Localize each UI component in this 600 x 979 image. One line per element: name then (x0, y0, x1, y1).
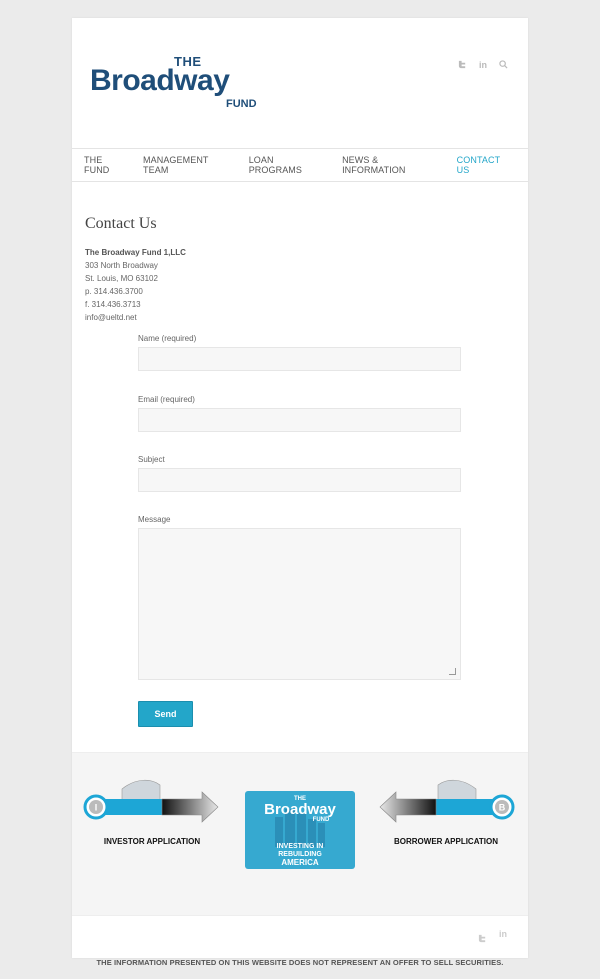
subject-input[interactable] (138, 468, 461, 492)
site-logo[interactable]: THE Broadway FUND (90, 52, 280, 116)
address-phone: p. 314.436.3700 (85, 287, 143, 296)
borrower-arrow-graphic: B (379, 779, 515, 823)
email-label: Email (required) (138, 395, 195, 404)
logo-main: Broadway (90, 64, 230, 97)
linkedin-icon[interactable]: in (479, 60, 487, 72)
address-fax: f. 314.436.3713 (85, 300, 141, 309)
nav-loan-programs[interactable]: LOAN PROGRAMS (249, 155, 329, 175)
mid-line2: REBUILDING (278, 851, 322, 858)
email-input[interactable] (138, 408, 461, 432)
footer-social-icons: in (478, 930, 507, 948)
main-nav: THE FUND MANAGEMENT TEAM LOAN PROGRAMS N… (72, 148, 528, 182)
broadway-fund-banner-logo: THE Broadway FUND INVESTING IN REBUILDIN… (245, 791, 355, 869)
nav-news-information[interactable]: NEWS & INFORMATION (342, 155, 444, 175)
send-button[interactable]: Send (138, 701, 193, 727)
mid-main: Broadway (264, 801, 336, 818)
contact-address: The Broadway Fund 1,LLC 303 North Broadw… (85, 246, 186, 324)
mid-line3: AMERICA (281, 858, 319, 867)
message-label: Message (138, 515, 171, 524)
disclaimer-text: THE INFORMATION PRESENTED ON THIS WEBSIT… (96, 958, 504, 967)
address-city: St. Louis, MO 63102 (85, 274, 158, 283)
address-street: 303 North Broadway (85, 261, 158, 270)
twitter-icon[interactable] (478, 930, 487, 948)
investor-letter: I (95, 803, 98, 813)
contact-form: Name (required) Email (required) Subject… (138, 334, 462, 727)
investor-application-link[interactable]: I INVESTOR APPLICATION (82, 775, 222, 865)
site-header: THE Broadway FUND in (72, 18, 528, 148)
address-firm: The Broadway Fund 1,LLC (85, 248, 186, 257)
nav-management-team[interactable]: MANAGEMENT TEAM (143, 155, 236, 175)
subject-label: Subject (138, 455, 165, 464)
borrower-label: BORROWER APPLICATION (394, 837, 498, 846)
mid-fund: FUND (313, 817, 330, 823)
twitter-icon[interactable] (458, 60, 467, 72)
name-label: Name (required) (138, 334, 197, 343)
header-social: in (458, 60, 508, 72)
logo-fund: FUND (226, 98, 257, 110)
page-title: Contact Us (85, 215, 157, 232)
mid-line1: INVESTING IN (277, 843, 324, 850)
message-textarea[interactable] (138, 528, 461, 680)
nav-the-fund[interactable]: THE FUND (84, 155, 130, 175)
linkedin-icon[interactable]: in (499, 930, 507, 948)
search-icon[interactable] (499, 60, 508, 72)
application-banner: I INVESTOR APPLICATION THE Broadway FUND… (72, 752, 528, 916)
investor-arrow-graphic: I (83, 779, 219, 823)
page-container: THE Broadway FUND in THE FUND MANAGEMENT… (72, 18, 528, 958)
investor-label: INVESTOR APPLICATION (103, 837, 201, 846)
borrower-application-link[interactable]: B BORROWER APPLICATION (376, 775, 516, 865)
borrower-letter: B (499, 803, 506, 813)
address-email[interactable]: info@ueltd.net (85, 311, 186, 324)
name-input[interactable] (138, 347, 461, 371)
nav-contact-us[interactable]: CONTACT US (457, 155, 515, 175)
